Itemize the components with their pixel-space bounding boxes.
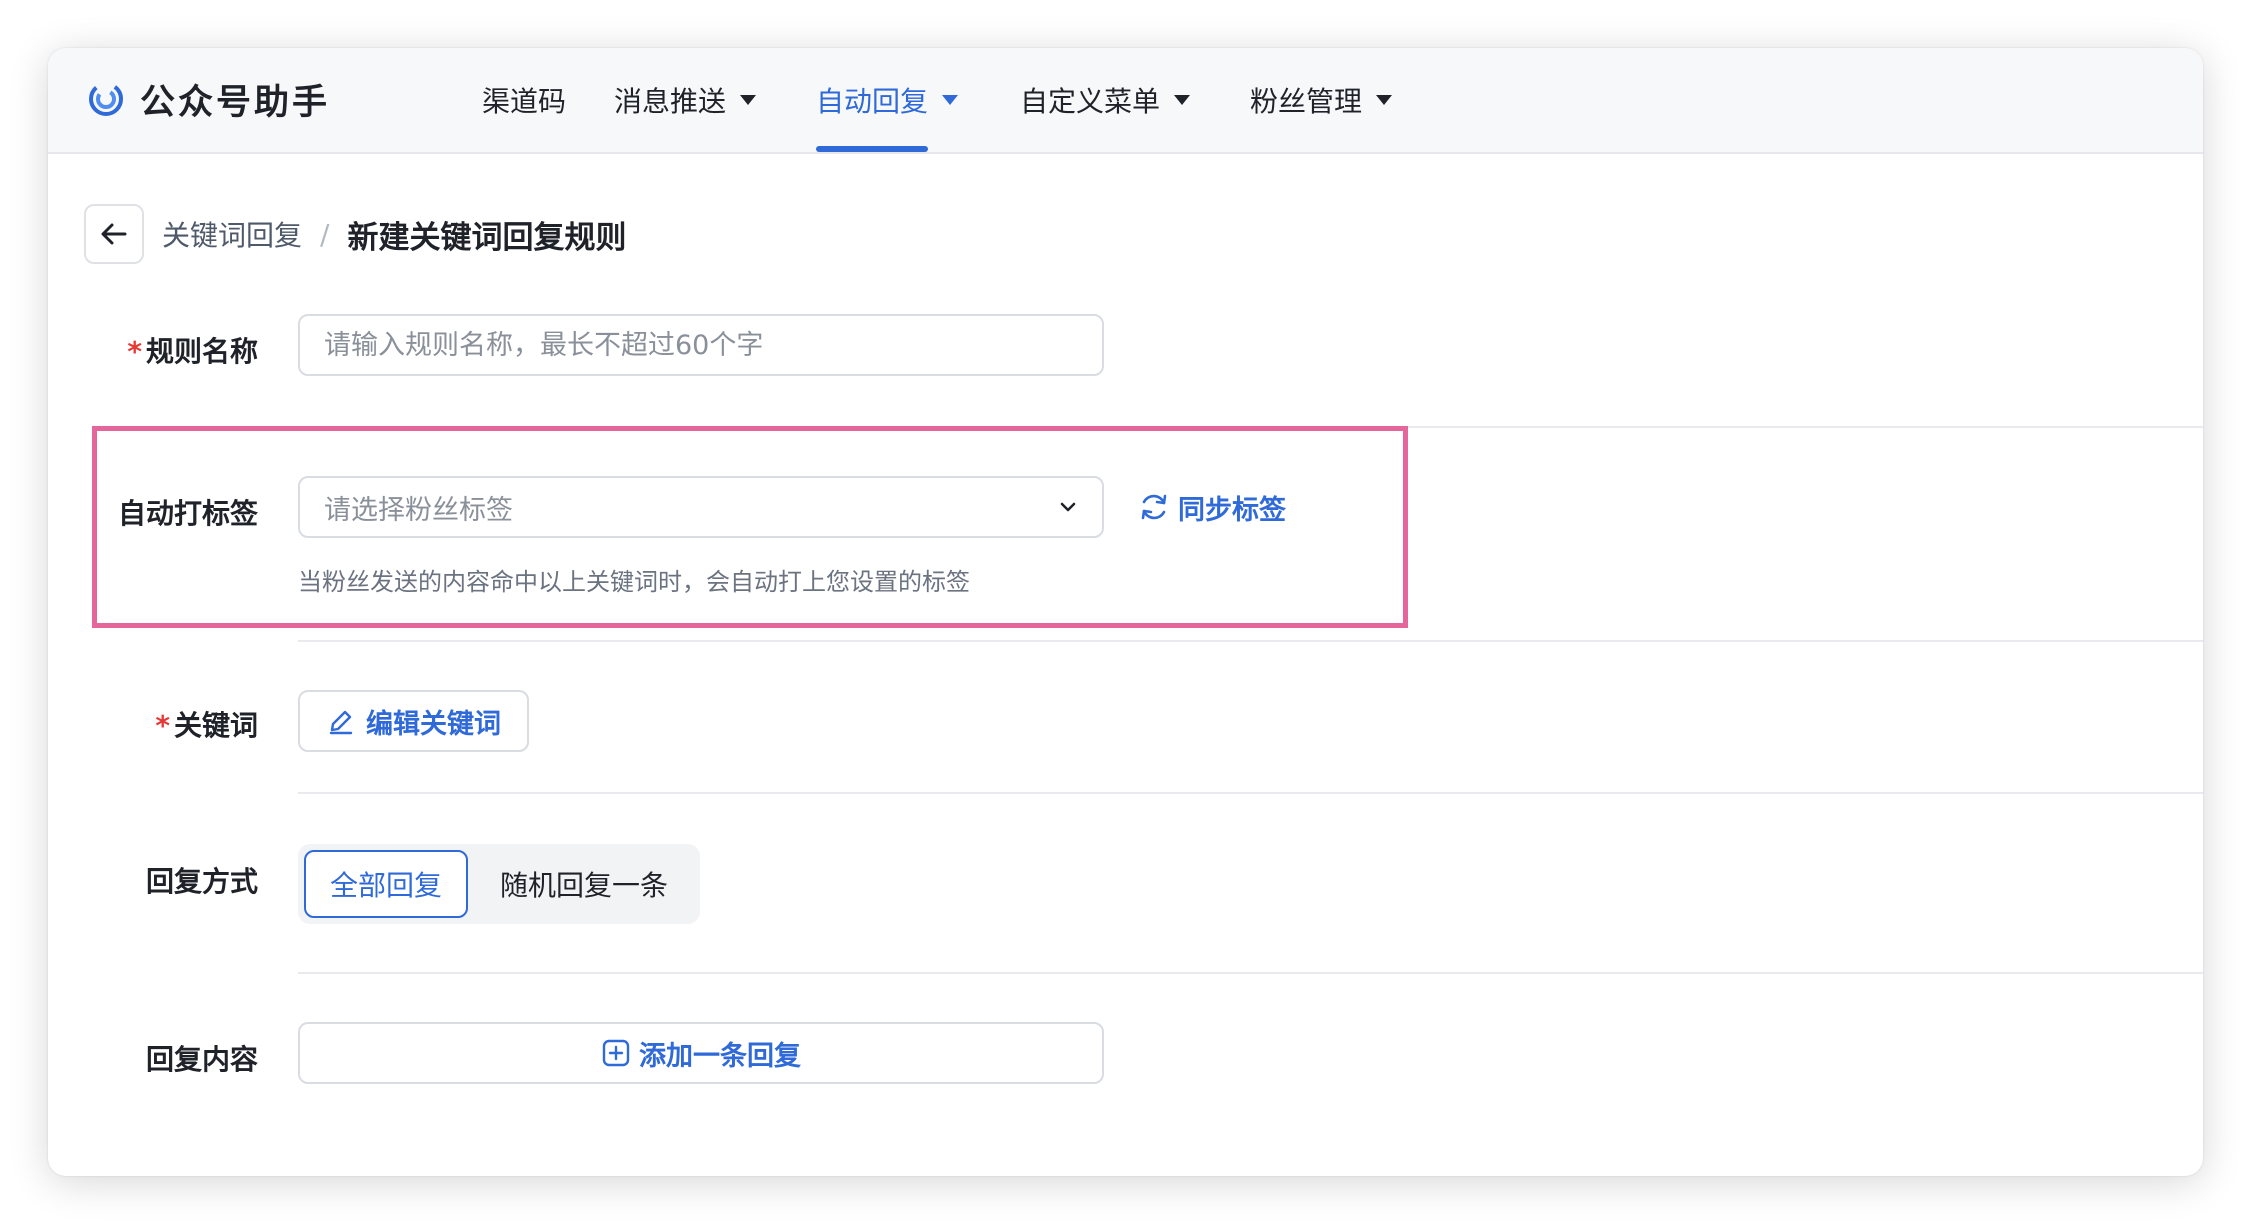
caret-down-icon xyxy=(942,95,959,105)
nav-item-label: 自动回复 xyxy=(816,85,929,118)
rule-name-label-text: 规则名称 xyxy=(145,335,258,368)
nav-item-message-push[interactable]: 消息推送 xyxy=(614,48,757,152)
nav-item-label: 粉丝管理 xyxy=(1250,85,1363,118)
reply-mode-segmented-control: 全部回复 随机回复一条 xyxy=(298,844,700,924)
auto-tag-hint: 当粉丝发送的内容命中以上关键词时，会自动打上您设置的标签 xyxy=(298,568,970,596)
section-divider xyxy=(298,972,2203,974)
fan-tag-select[interactable]: 请选择粉丝标签 xyxy=(298,476,1104,538)
active-tab-indicator xyxy=(816,146,928,152)
sync-tags-label: 同步标签 xyxy=(1178,494,1286,526)
keyword-label: * 关键词 xyxy=(48,704,258,744)
edit-keywords-label: 编辑关键词 xyxy=(366,708,501,740)
auto-tag-label: 自动打标签 xyxy=(117,497,258,530)
required-asterisk: * xyxy=(155,709,170,742)
fan-tag-select-placeholder: 请选择粉丝标签 xyxy=(324,494,513,526)
reply-content-label: 回复内容 xyxy=(145,1043,258,1076)
add-reply-button[interactable]: 添加一条回复 xyxy=(298,1022,1104,1084)
nav-item-fans-management[interactable]: 粉丝管理 xyxy=(1250,48,1393,152)
caret-down-icon xyxy=(740,95,757,105)
breadcrumb-parent-link[interactable]: 关键词回复 xyxy=(162,214,302,254)
chevron-down-icon xyxy=(1060,502,1076,512)
caret-down-icon xyxy=(1174,95,1191,105)
reply-mode-option-random[interactable]: 随机回复一条 xyxy=(474,850,694,918)
keyword-label-text: 关键词 xyxy=(173,709,258,742)
required-asterisk: * xyxy=(127,335,142,368)
app-window: 公众号助手 渠道码 消息推送 自动回复 自定义菜单 粉丝管理 关键词回复 / 新… xyxy=(48,48,2203,1176)
reply-mode-option-all[interactable]: 全部回复 xyxy=(304,850,468,918)
rule-name-input[interactable] xyxy=(298,314,1104,376)
add-reply-label: 添加一条回复 xyxy=(639,1040,801,1072)
reply-mode-label: 回复方式 xyxy=(145,865,258,898)
breadcrumb-separator: / xyxy=(320,217,330,251)
arrow-left-icon xyxy=(101,223,127,245)
rule-name-label: * 规则名称 xyxy=(48,330,258,370)
back-button[interactable] xyxy=(84,204,144,264)
brand-swirl-icon xyxy=(89,82,123,116)
section-divider xyxy=(298,640,2203,642)
pencil-icon xyxy=(329,710,353,735)
page-title: 新建关键词回复规则 xyxy=(347,219,627,256)
app-logo[interactable]: 公众号助手 xyxy=(86,73,330,125)
nav-item-custom-menu[interactable]: 自定义菜单 xyxy=(1020,48,1191,152)
nav-item-auto-reply[interactable]: 自动回复 xyxy=(816,48,959,152)
refresh-icon xyxy=(1141,494,1167,520)
nav-item-channel-code[interactable]: 渠道码 xyxy=(482,48,566,152)
breadcrumb: 关键词回复 / 新建关键词回复规则 xyxy=(162,211,626,257)
app-name: 公众号助手 xyxy=(140,82,331,123)
sync-tags-button[interactable]: 同步标签 xyxy=(1138,484,1286,530)
top-navbar: 公众号助手 渠道码 消息推送 自动回复 自定义菜单 粉丝管理 xyxy=(48,48,2203,154)
nav-item-label: 渠道码 xyxy=(482,85,567,118)
nav-item-label: 消息推送 xyxy=(614,85,727,118)
section-divider xyxy=(298,426,2203,428)
plus-square-icon xyxy=(602,1039,630,1067)
edit-keywords-button[interactable]: 编辑关键词 xyxy=(298,690,529,752)
nav-item-label: 自定义菜单 xyxy=(1020,85,1161,118)
caret-down-icon xyxy=(1376,95,1393,105)
section-divider xyxy=(298,792,2203,794)
